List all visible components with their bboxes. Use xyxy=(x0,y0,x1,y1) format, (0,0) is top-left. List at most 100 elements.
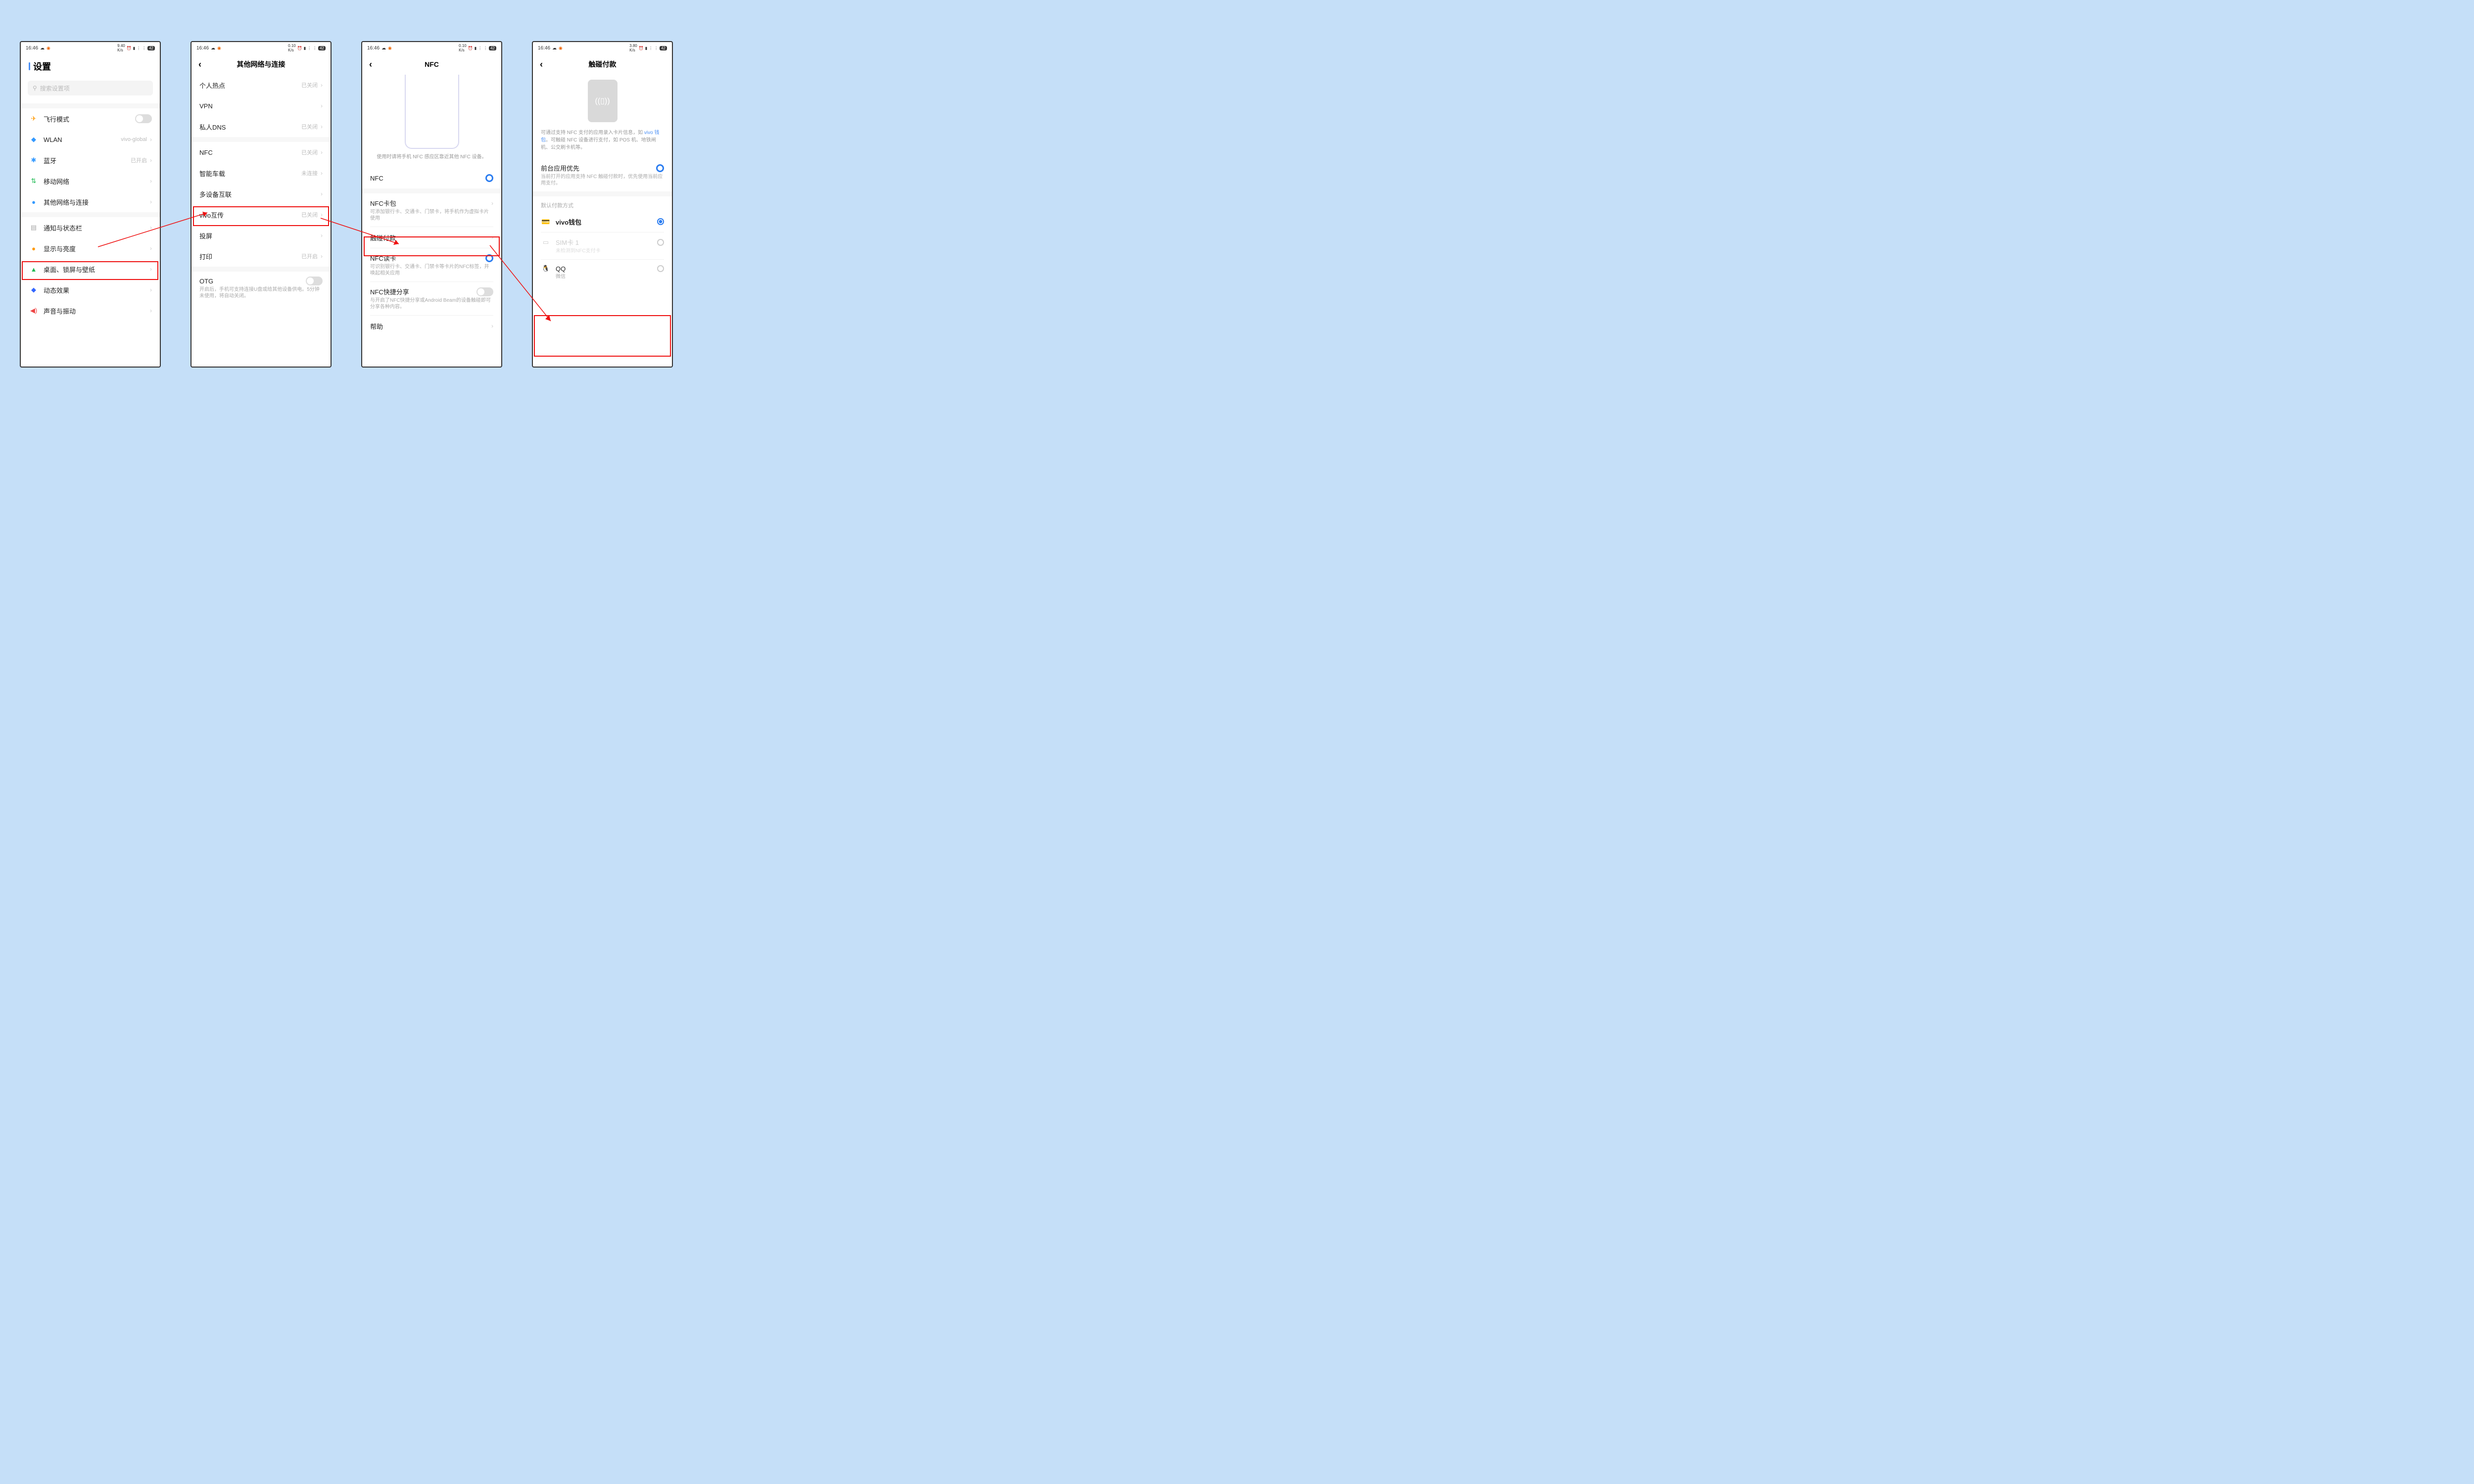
toggle-share[interactable] xyxy=(476,287,493,296)
back-button[interactable]: ‹ xyxy=(540,59,543,70)
header: ‹触碰付款 xyxy=(533,54,672,75)
chevron-icon: › xyxy=(150,266,152,273)
chevron-icon: › xyxy=(150,198,152,205)
row-cast[interactable]: 投屏› xyxy=(191,225,331,246)
chevron-icon: › xyxy=(150,245,152,252)
wifi-icon-2: ⋮ xyxy=(142,46,146,50)
row-nfc-wallet[interactable]: NFC卡包›可添加银行卡、交通卡、门禁卡，将手机作为虚拟卡片使用 xyxy=(362,193,501,227)
row-sim: ▭SIM卡 1未检测到NFC支付卡 xyxy=(533,232,672,259)
phone-illustration xyxy=(405,75,459,149)
phone-settings: 16:46☁◉ 9.40K/s⏰▮⋮⋮42 设置 ⚲搜索设置项 ✈ 飞行模式 ◆ W… xyxy=(20,41,161,368)
weather-icon: ☁ xyxy=(211,46,215,51)
net-speed: 0.10K/s xyxy=(288,44,296,52)
row-display[interactable]: ● 显示与亮度› xyxy=(21,238,160,259)
page-title: 其他网络与连接 xyxy=(191,59,331,69)
row-vivoshare[interactable]: vivo互传已关闭› xyxy=(191,204,331,225)
wallpaper-icon: ▲ xyxy=(29,266,39,273)
phone-other-network: 16:46☁◉ 0.10K/s⏰▮⋮⋮42 ‹其他网络与连接 个人热点已关闭› … xyxy=(190,41,332,368)
row-nfc[interactable]: NFC已关闭› xyxy=(191,142,331,163)
row-other-network[interactable]: ● 其他网络与连接› xyxy=(21,191,160,212)
status-bar: 16:46☁◉ 0.10K/s⏰▮⋮⋮42 xyxy=(362,42,501,54)
battery-badge: 42 xyxy=(318,46,326,50)
net-speed: 9.40K/s xyxy=(117,44,125,52)
radio-sim xyxy=(657,239,664,246)
label: 飞行模式 xyxy=(44,114,135,124)
row-nfc-share[interactable]: NFC快捷分享与开启了NFC快捷分享或Android Beam的设备触碰即可分享… xyxy=(362,282,501,315)
row-tap-pay[interactable]: 触碰付款› xyxy=(362,227,501,248)
battery-badge: 42 xyxy=(660,46,667,50)
chevron-icon: › xyxy=(150,136,152,143)
row-otg[interactable]: OTG 开启后，手机可支持连接U盘或给其他设备供电。5分钟未使用，将自动关闭。 xyxy=(191,272,331,304)
alarm-icon: ⏰ xyxy=(127,46,132,50)
row-nfc-read[interactable]: NFC读卡可识别银行卡、交通卡、门禁卡等卡片的NFC标签，并唤起相关应用 xyxy=(362,248,501,281)
sim-icon: ▭ xyxy=(541,238,551,246)
row-wallpaper[interactable]: ▲ 桌面、锁屏与壁纸› xyxy=(21,259,160,279)
search-input[interactable]: ⚲搜索设置项 xyxy=(28,81,153,95)
status-bar: 16:46☁◉ 9.40K/s⏰▮⋮⋮42 xyxy=(21,42,160,54)
label: 动态效果 xyxy=(44,285,150,295)
app-icon: ◉ xyxy=(47,46,50,51)
label: 显示与亮度 xyxy=(44,244,150,253)
label: 桌面、锁屏与壁纸 xyxy=(44,265,150,274)
row-car[interactable]: 智能车载未连接› xyxy=(191,163,331,184)
sound-icon: ◀) xyxy=(29,307,39,315)
row-animation[interactable]: ◆动态效果› xyxy=(21,279,160,300)
row-hotspot[interactable]: 个人热点已关闭› xyxy=(191,75,331,95)
app-icon: ◉ xyxy=(217,46,221,51)
label: WLAN xyxy=(44,136,121,143)
qq-icon: 🐧 xyxy=(541,265,551,273)
row-airplane[interactable]: ✈ 飞行模式 xyxy=(21,108,160,129)
back-button[interactable]: ‹ xyxy=(198,59,201,70)
header: ‹其他网络与连接 xyxy=(191,54,331,75)
label: 移动网络 xyxy=(44,177,150,186)
page-title: 设置 xyxy=(21,54,160,77)
status-time: 16:46 xyxy=(196,46,209,51)
row-wlan[interactable]: ◆WLANvivo-global› xyxy=(21,129,160,150)
row-multidevice[interactable]: 多设备互联› xyxy=(191,184,331,204)
row-mobile[interactable]: ⇅移动网络› xyxy=(21,171,160,191)
back-button[interactable]: ‹ xyxy=(369,59,372,70)
row-foreground[interactable]: 前台应用优先当前打开的应用支持 NFC 触碰付款时，优先使用当前应用支付。 xyxy=(533,158,672,191)
row-bluetooth[interactable]: ✱蓝牙已开启› xyxy=(21,150,160,171)
radio-qq[interactable] xyxy=(657,265,664,272)
toggle-airplane[interactable] xyxy=(135,114,152,123)
app-icon: ◉ xyxy=(388,46,392,51)
page-title: 触碰付款 xyxy=(533,59,672,69)
label: 蓝牙 xyxy=(44,156,131,165)
row-print[interactable]: 打印已开启› xyxy=(191,246,331,267)
toggle-fg[interactable] xyxy=(656,164,664,172)
page-title: NFC xyxy=(362,60,501,68)
alarm-icon: ⏰ xyxy=(297,46,302,50)
default-pay-label: 默认付款方式 xyxy=(533,196,672,211)
toggle-otg[interactable] xyxy=(306,277,323,285)
chevron-icon: › xyxy=(150,157,152,164)
row-vivo-wallet[interactable]: 💳vivo钱包 xyxy=(533,211,672,232)
row-dns[interactable]: 私人DNS已关闭› xyxy=(191,116,331,137)
cloud-icon: ● xyxy=(29,198,39,206)
label: 通知与状态栏 xyxy=(44,223,150,232)
pay-desc: 可通过支持 NFC 支付的应用录入卡片信息，如 vivo 钱包。可触碰 NFC … xyxy=(533,125,672,158)
header: ‹NFC xyxy=(362,54,501,75)
phone-nfc: 16:46☁◉ 0.10K/s⏰▮⋮⋮42 ‹NFC 使用时请将手机 NFC 感… xyxy=(361,41,502,368)
weather-icon: ☁ xyxy=(552,46,557,51)
row-help[interactable]: 帮助› xyxy=(362,316,501,336)
weather-icon: ☁ xyxy=(40,46,45,51)
row-qq[interactable]: 🐧QQ微信 xyxy=(533,260,672,285)
notification-icon: ▤ xyxy=(29,224,39,232)
label: 其他网络与连接 xyxy=(44,197,150,207)
row-vpn[interactable]: VPN› xyxy=(191,95,331,116)
row-notification[interactable]: ▤通知与状态栏› xyxy=(21,217,160,238)
row-nfc-toggle[interactable]: NFC xyxy=(362,168,501,188)
row-sound[interactable]: ◀)声音与振动› xyxy=(21,300,160,321)
brightness-icon: ● xyxy=(29,245,39,252)
signal-icon: ⇅ xyxy=(29,177,39,185)
label: 声音与振动 xyxy=(44,306,150,316)
weather-icon: ☁ xyxy=(381,46,386,51)
toggle-nfc[interactable] xyxy=(485,174,493,182)
wifi-icon: ◆ xyxy=(29,136,39,143)
nfc-tip: 使用时请将手机 NFC 感应区靠近其他 NFC 设备。 xyxy=(362,149,501,168)
toggle-read[interactable] xyxy=(485,254,493,262)
card-illustration: ((▯)) xyxy=(588,80,618,122)
radio-vivo[interactable] xyxy=(657,218,664,225)
airplane-icon: ✈ xyxy=(29,115,39,123)
